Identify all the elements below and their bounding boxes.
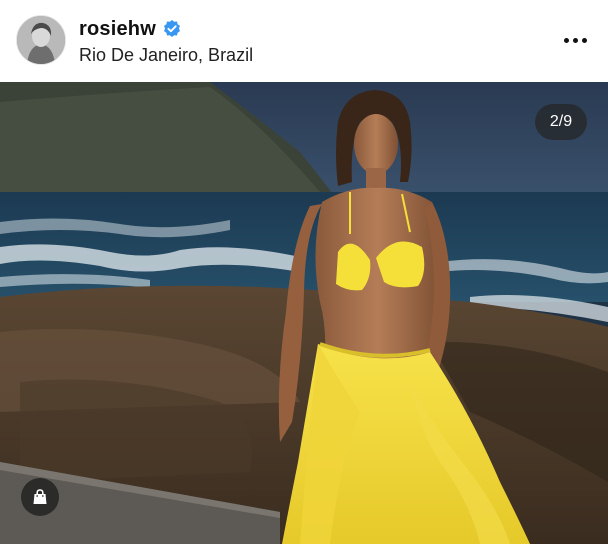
photo-scene bbox=[0, 82, 608, 544]
instagram-post: rosiehw Rio De Janeiro, Brazil 2/9 bbox=[0, 0, 608, 551]
verified-badge-icon bbox=[162, 19, 182, 39]
more-horizontal-icon bbox=[572, 37, 578, 43]
username-row: rosiehw bbox=[79, 16, 182, 42]
post-bottom-edge bbox=[0, 544, 608, 551]
username[interactable]: rosiehw bbox=[79, 18, 156, 41]
location-link[interactable]: Rio De Janeiro, Brazil bbox=[79, 45, 253, 66]
post-photo[interactable] bbox=[0, 82, 608, 544]
avatar[interactable] bbox=[16, 15, 66, 65]
carousel-counter: 2/9 bbox=[535, 104, 587, 140]
shopping-bag-icon bbox=[33, 489, 47, 504]
more-horizontal-icon bbox=[581, 37, 587, 43]
shop-button[interactable] bbox=[21, 478, 59, 516]
more-horizontal-icon bbox=[563, 37, 569, 43]
avatar-portrait bbox=[17, 16, 65, 64]
post-header: rosiehw Rio De Janeiro, Brazil bbox=[0, 0, 608, 82]
more-options-button[interactable] bbox=[560, 28, 590, 52]
